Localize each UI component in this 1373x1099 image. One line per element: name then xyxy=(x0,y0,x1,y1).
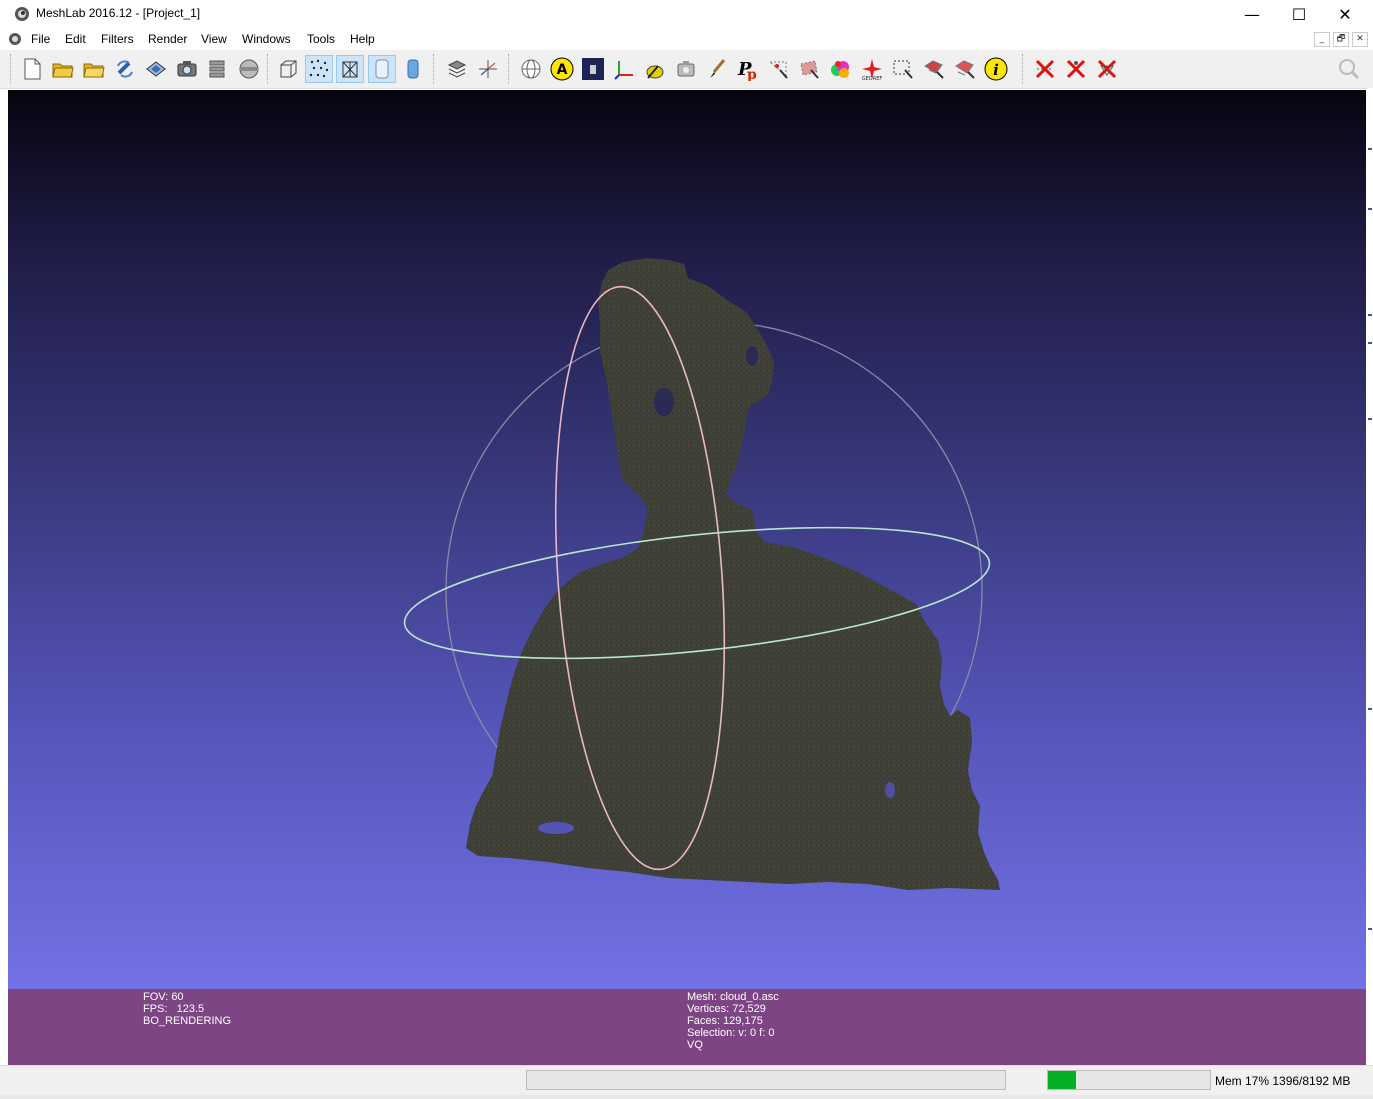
minimize-button[interactable]: — xyxy=(1229,0,1275,28)
pp-tool-icon[interactable]: Pp xyxy=(734,55,762,83)
maximize-button[interactable]: ☐ xyxy=(1276,0,1322,28)
magnifier-icon[interactable] xyxy=(1335,55,1363,83)
rect-select-icon[interactable] xyxy=(889,55,917,83)
cloud-hole xyxy=(538,822,574,834)
cloud-hole xyxy=(885,782,895,798)
vertices-count-label: Vertices: 72,529 xyxy=(687,1003,766,1015)
delete-selected-icon[interactable] xyxy=(1093,55,1121,83)
paint-brush-icon[interactable] xyxy=(703,55,731,83)
menu-render[interactable]: Render xyxy=(148,32,187,46)
camera-snapshot-icon[interactable] xyxy=(173,55,201,83)
svg-text:p: p xyxy=(747,67,757,81)
toolbar-separator xyxy=(1022,54,1025,84)
progress-bar xyxy=(526,1070,1006,1090)
memory-usage-fill xyxy=(1048,1071,1076,1089)
svg-text:A: A xyxy=(557,62,568,78)
align-icon[interactable] xyxy=(672,55,700,83)
wireframe-icon[interactable] xyxy=(336,55,364,83)
menu-view[interactable]: View xyxy=(201,32,227,46)
selection-label: Selection: v: 0 f: 0 xyxy=(687,1027,775,1039)
mdi-close-button[interactable]: ✕ xyxy=(1352,32,1368,47)
axis-trackball-icon[interactable] xyxy=(474,55,502,83)
render-mode-icon[interactable] xyxy=(235,55,263,83)
status-bar: Mem 17% 1396/8192 MB xyxy=(0,1065,1373,1096)
delete-faces-icon[interactable] xyxy=(1031,55,1059,83)
delete-vertices-icon[interactable] xyxy=(1062,55,1090,83)
point-cloud-mesh xyxy=(466,258,1000,890)
title-bar: MeshLab 2016.12 - [Project_1] — ☐ ✕ xyxy=(0,0,1373,28)
cloud-hole xyxy=(746,346,758,366)
color-paint-icon[interactable] xyxy=(827,55,855,83)
vq-label: VQ xyxy=(687,1039,703,1051)
bounding-box-icon[interactable] xyxy=(274,55,302,83)
main-toolbar: A Pp GEOREF i xyxy=(0,50,1373,89)
info-panel: FOV: 60 FPS: 123.5 BO_RENDERING Mesh: cl… xyxy=(8,989,1366,1065)
georef-icon[interactable]: GEOREF xyxy=(858,55,886,83)
close-button[interactable]: ✕ xyxy=(1322,0,1368,28)
fps-label: FPS: 123.5 xyxy=(143,1003,205,1015)
layer-stack-icon[interactable] xyxy=(443,55,471,83)
open-folder-icon[interactable] xyxy=(80,55,108,83)
points-icon[interactable] xyxy=(305,55,333,83)
info-icon[interactable]: i xyxy=(982,55,1010,83)
mdi-minimize-button[interactable]: _ xyxy=(1314,32,1330,47)
mdi-restore-button[interactable]: 🗗 xyxy=(1333,32,1349,47)
select-region-icon[interactable] xyxy=(951,55,979,83)
toolbar-separator xyxy=(508,54,511,84)
select-connected-icon[interactable] xyxy=(920,55,948,83)
cloud-hole xyxy=(654,388,674,416)
point-cloud-scene xyxy=(403,258,1000,890)
menu-filters[interactable]: Filters xyxy=(101,32,134,46)
menu-bar: File Edit Filters Render View Windows To… xyxy=(0,28,1373,50)
gradient-box-icon[interactable] xyxy=(579,55,607,83)
new-document-icon[interactable] xyxy=(18,55,46,83)
pick-tool-icon[interactable] xyxy=(641,55,669,83)
toolbar-separator xyxy=(433,54,436,84)
svg-text:i: i xyxy=(993,61,999,79)
window-title: MeshLab 2016.12 - [Project_1] xyxy=(36,6,201,20)
background-window-edge xyxy=(1367,88,1373,1068)
save-snapshot-icon[interactable] xyxy=(142,55,170,83)
mesh-name-label: Mesh: cloud_0.asc xyxy=(687,991,779,1003)
axes-icon[interactable] xyxy=(610,55,638,83)
reload-icon[interactable] xyxy=(111,55,139,83)
menu-windows[interactable]: Windows xyxy=(242,32,291,46)
meshlab-logo-icon xyxy=(15,7,29,21)
toolbar-grip xyxy=(10,54,13,84)
smooth-icon[interactable] xyxy=(399,55,427,83)
select-vertices-icon[interactable] xyxy=(765,55,793,83)
background-window-strip xyxy=(0,1095,1373,1099)
sphere-texture-icon[interactable] xyxy=(517,55,545,83)
document-icon[interactable] xyxy=(8,32,22,46)
annotate-a-icon[interactable]: A xyxy=(548,55,576,83)
toolbar-separator xyxy=(267,54,270,84)
fov-label: FOV: 60 xyxy=(143,991,184,1003)
open-project-icon[interactable] xyxy=(49,55,77,83)
menu-help[interactable]: Help xyxy=(350,32,375,46)
svg-text:GEOREF: GEOREF xyxy=(862,76,883,81)
menu-tools[interactable]: Tools xyxy=(307,32,335,46)
menu-file[interactable]: File xyxy=(31,32,50,46)
faces-count-label: Faces: 129,175 xyxy=(687,1015,763,1027)
flat-lines-icon[interactable] xyxy=(368,55,396,83)
render-mode-label: BO_RENDERING xyxy=(143,1015,232,1027)
memory-usage-bar xyxy=(1047,1070,1211,1090)
layers-icon[interactable] xyxy=(203,55,231,83)
select-faces-icon[interactable] xyxy=(796,55,824,83)
menu-edit[interactable]: Edit xyxy=(65,32,86,46)
3d-viewport[interactable] xyxy=(8,90,1366,990)
memory-usage-label: Mem 17% 1396/8192 MB xyxy=(1215,1074,1351,1088)
